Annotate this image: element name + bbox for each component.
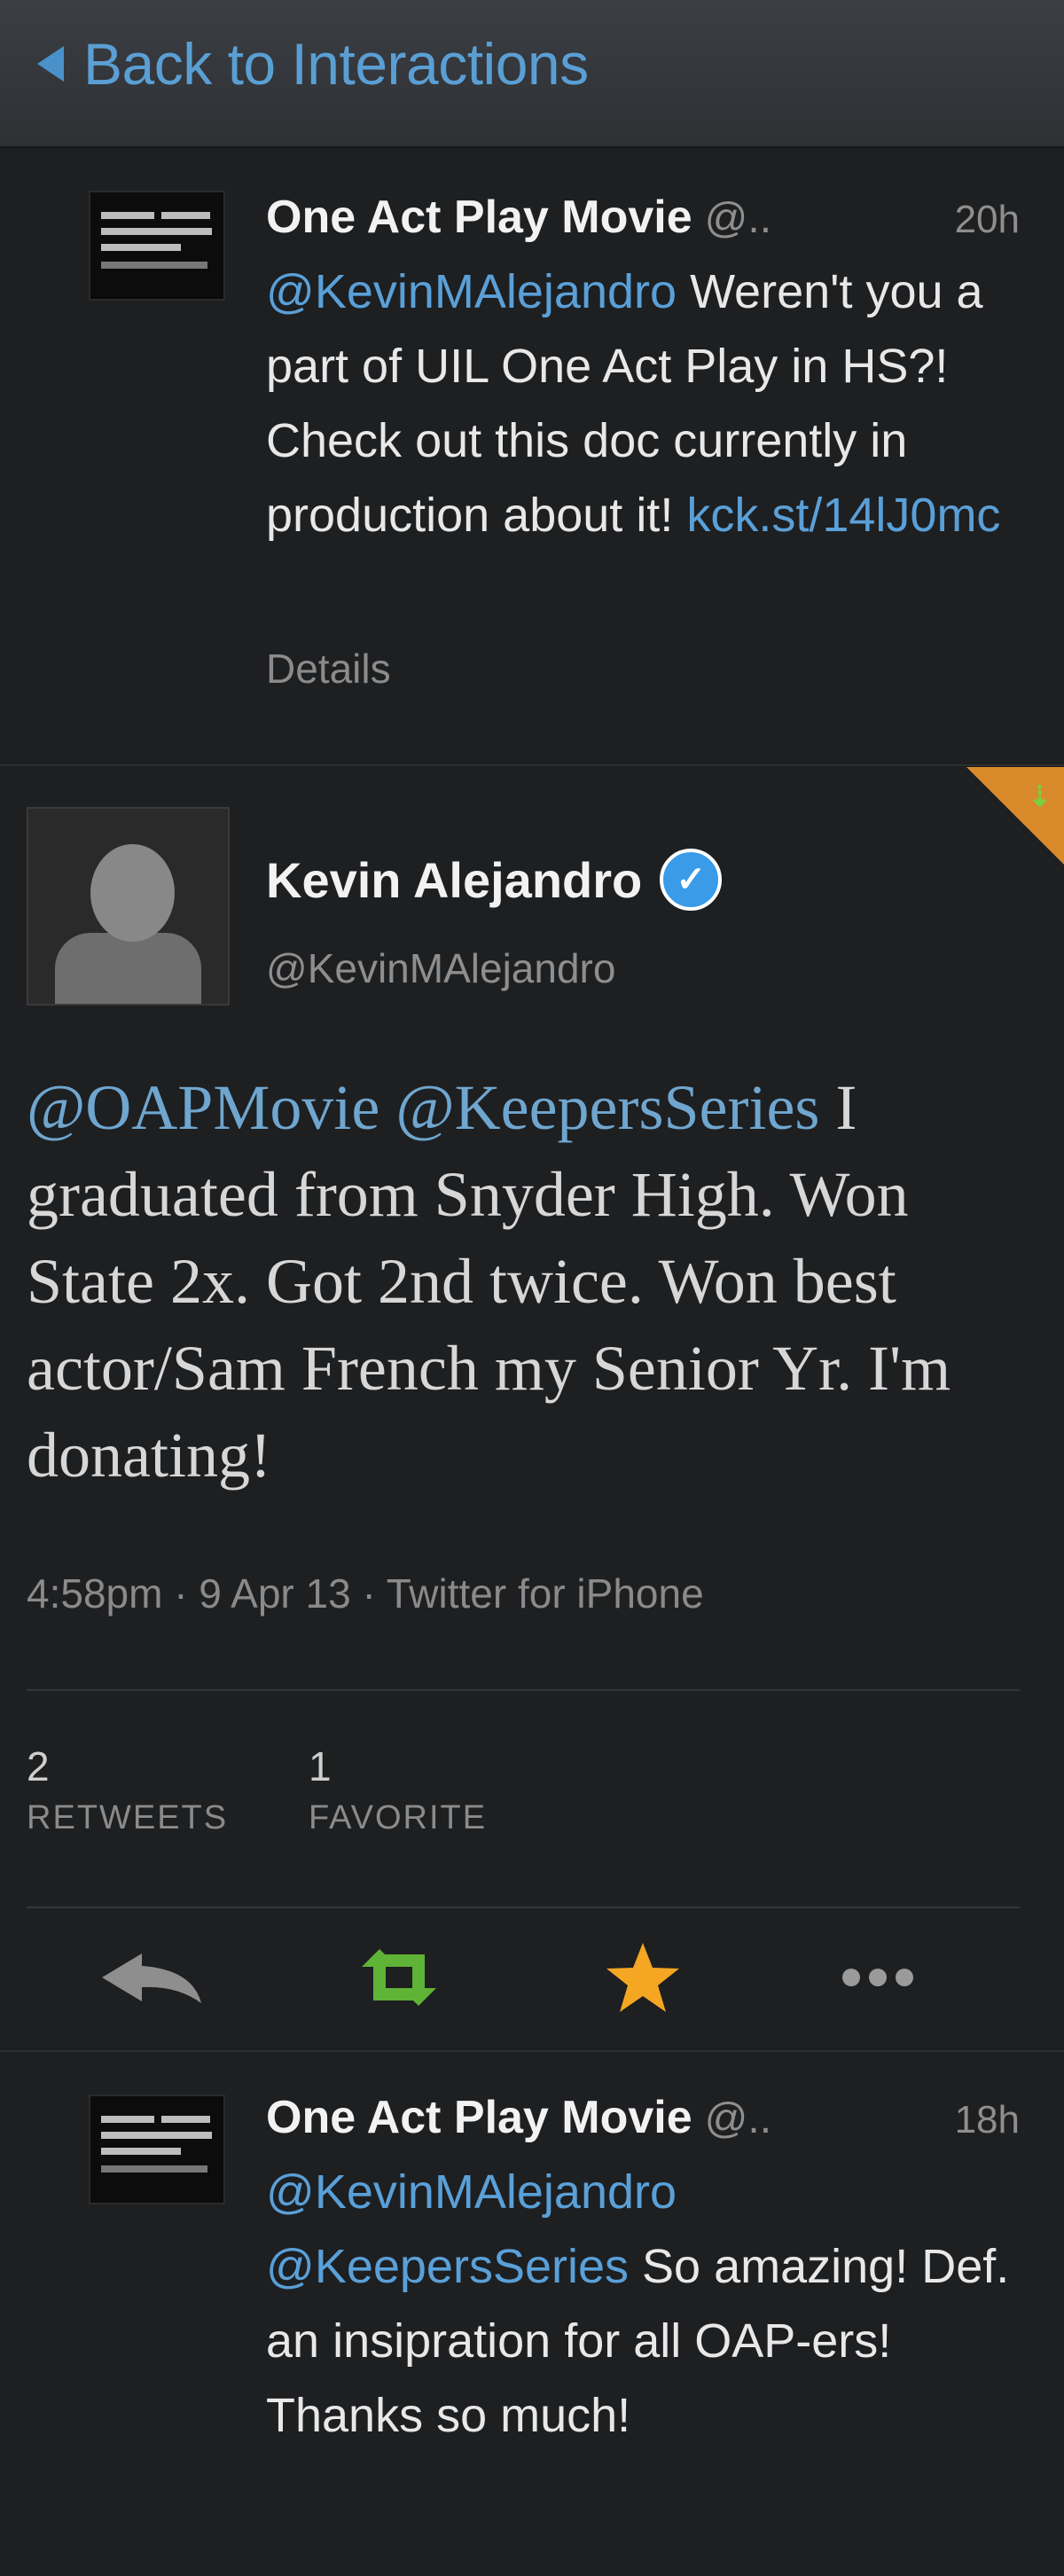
details-link[interactable]: Details — [266, 645, 391, 693]
main-tweet: ⇣ Kevin Alejandro ✓ @KevinMAlejandro @OA… — [0, 767, 1064, 2048]
avatar[interactable] — [89, 2094, 225, 2204]
reply-tweet[interactable]: One Act Play Movie @.. 20h @KevinMAlejand… — [0, 148, 1064, 766]
tweet-text: @OAPMovie @KeepersSeries I graduated fro… — [27, 1072, 951, 1491]
tweet-meta: 4:58pm · 9 Apr 13 · Twitter for iPhone — [27, 1570, 704, 1617]
favorites-count: 1 — [309, 1743, 332, 1789]
more-icon[interactable] — [816, 1942, 940, 2013]
top-bar: Back to Interactions — [0, 0, 1064, 148]
author-handle: @.. — [704, 195, 772, 242]
retweet-icon[interactable] — [337, 1942, 461, 2013]
tweet-text: @KevinMAlejandro Weren't you a part of U… — [266, 265, 1001, 542]
tweet-text: @KevinMAlejandro @KeepersSeries So amazi… — [266, 2165, 1010, 2442]
reply-tweet[interactable]: One Act Play Movie @.. 18h @KevinMAlejand… — [0, 2050, 1064, 2576]
author-handle: @.. — [704, 2095, 772, 2142]
favorite-star-icon[interactable] — [585, 1942, 700, 2013]
reply-icon[interactable] — [89, 1942, 213, 2013]
author-name[interactable]: One Act Play Movie @.. — [266, 2091, 771, 2144]
tweet-time: 20h — [954, 198, 1020, 241]
avatar[interactable] — [27, 807, 230, 1006]
url-link[interactable]: kck.st/14lJ0mc — [686, 489, 1000, 542]
back-arrow-icon — [37, 46, 64, 82]
back-to-interactions-button[interactable]: Back to Interactions — [37, 30, 589, 98]
verified-badge-icon: ✓ — [660, 849, 723, 911]
mention-link[interactable]: @KevinMAlejandro — [266, 265, 677, 318]
author-name[interactable]: Kevin Alejandro — [266, 851, 642, 909]
retweets-label: RETWEETS — [27, 1799, 229, 1836]
author-name[interactable]: One Act Play Movie @.. — [266, 191, 771, 244]
favorites-stat[interactable]: 1 FAVORITE — [309, 1742, 487, 1837]
author-handle[interactable]: @KevinMAlejandro — [266, 944, 615, 992]
avatar[interactable] — [89, 191, 225, 301]
back-label: Back to Interactions — [83, 31, 589, 97]
author-row[interactable]: Kevin Alejandro ✓ — [266, 849, 723, 911]
mention-link[interactable]: @OAPMovie — [27, 1072, 379, 1143]
mention-link[interactable]: @KeepersSeries — [395, 1072, 819, 1143]
retweets-stat[interactable]: 2 RETWEETS — [27, 1742, 228, 1837]
divider — [27, 1689, 1020, 1691]
action-bar — [0, 1942, 1064, 2013]
mention-link[interactable]: @KeepersSeries — [266, 2240, 629, 2293]
retweets-count: 2 — [27, 1743, 50, 1789]
divider — [27, 1907, 1020, 1908]
corner-arrow-icon: ⇣ — [1028, 780, 1052, 812]
favorites-label: FAVORITE — [309, 1799, 488, 1836]
mention-link[interactable]: @KevinMAlejandro — [266, 2165, 677, 2219]
tweet-time: 18h — [954, 2098, 1020, 2141]
